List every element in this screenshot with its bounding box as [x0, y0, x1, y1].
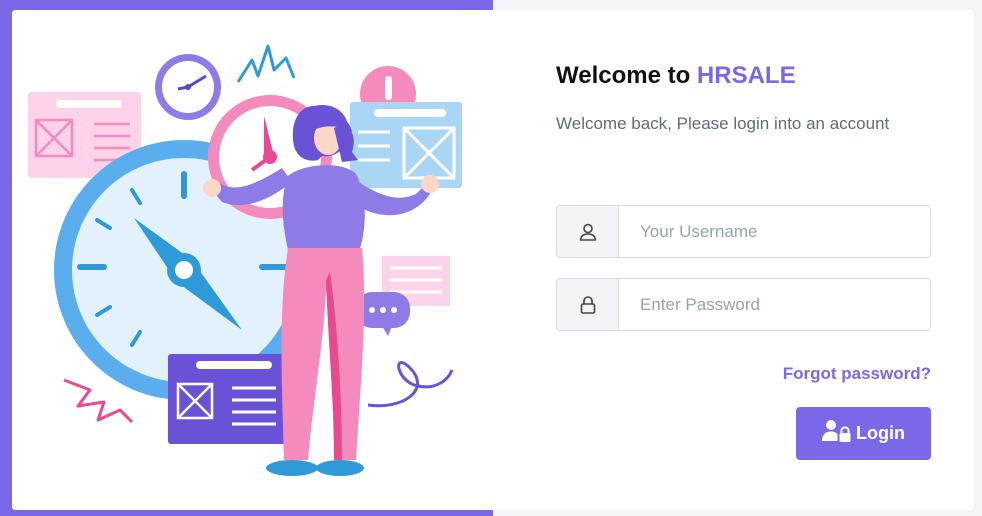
login-form: Welcome to HRSALE Welcome back, Please l… [556, 10, 931, 510]
welcome-subtitle: Welcome back, Please login into an accou… [556, 114, 890, 133]
small-clock-graphic [155, 54, 221, 120]
zigzag-graphic [236, 44, 296, 83]
blue-window-graphic [350, 102, 462, 188]
login-button[interactable]: Login [796, 407, 931, 460]
lock-icon [557, 279, 619, 330]
purple-window-graphic [168, 354, 286, 444]
user-lock-icon [822, 419, 852, 448]
password-field-group [556, 278, 931, 331]
brand-name: HRSALE [696, 62, 796, 89]
password-input[interactable] [619, 279, 930, 330]
user-icon [557, 206, 619, 257]
username-input[interactable] [619, 206, 930, 257]
forgot-password-link[interactable]: Forgot password? [783, 364, 931, 384]
pink-zigzag-graphic [63, 378, 134, 424]
time-management-illustration [28, 44, 462, 476]
welcome-prefix: Welcome to [556, 62, 697, 89]
welcome-title: Welcome to HRSALE [556, 62, 796, 90]
login-label: Login [856, 423, 905, 443]
squiggle-graphic [367, 361, 454, 408]
username-field-group [556, 205, 931, 258]
login-card: Welcome to HRSALE Welcome back, Please l… [12, 10, 974, 510]
